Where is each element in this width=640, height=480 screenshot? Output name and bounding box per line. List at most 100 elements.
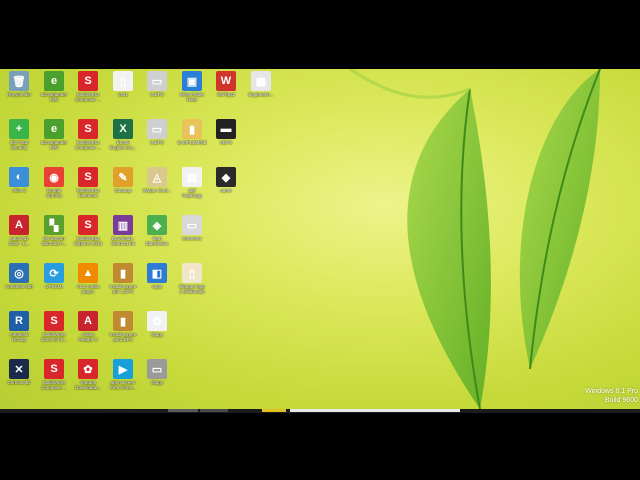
desktop-icon[interactable]: S SolidWorks Electrical bbox=[71, 167, 105, 213]
desktop-icon-label: My Barcon Barcode P... bbox=[41, 236, 67, 246]
desktop-icon-label: text1 bbox=[118, 92, 128, 97]
desktop-icon[interactable]: 🗑 Recycle Bin bbox=[2, 71, 36, 117]
desktop-icon[interactable]: ▭ Otgpy bbox=[140, 359, 174, 405]
desktop-icon-label: VLC media player bbox=[76, 284, 100, 294]
app-icon: e bbox=[44, 71, 64, 91]
desktop-icon[interactable]: ◆ name bbox=[209, 167, 243, 213]
desktop-icon-label: 3Wiper Onel... bbox=[142, 188, 172, 193]
desktop-icon[interactable]: ✎ Cleanup bbox=[106, 167, 140, 213]
app-icon: ✕ bbox=[9, 359, 29, 379]
app-icon: S bbox=[78, 119, 98, 139]
desktop-icon-label: G.EPS bbox=[150, 140, 164, 145]
desktop-icon[interactable]: e uDownlaoder IDM bbox=[37, 119, 71, 165]
desktop-icon[interactable]: ◉ Google Chrome bbox=[37, 167, 71, 213]
app-icon: ▲ bbox=[78, 263, 98, 283]
app-icon: ◉ bbox=[44, 167, 64, 187]
desktop-icon-label: uDownlaoder IDM bbox=[40, 92, 68, 102]
desktop-icon-label: SolidWorks 2016 x64 E... bbox=[40, 332, 68, 342]
desktop-icon[interactable]: +360 Total Security bbox=[2, 119, 36, 165]
desktop-icon[interactable]: ◎ Autodesk 360 bbox=[2, 263, 36, 309]
desktop-icon-label: name bbox=[220, 188, 232, 193]
desktop-icon-label: 360 Total Security bbox=[9, 140, 29, 150]
desktop-icon-label: SAMPLEMINE bbox=[177, 140, 207, 145]
desktop-icon[interactable]: ▯ Blogger logo 2 downloads bbox=[175, 263, 209, 309]
app-icon: ✿ bbox=[147, 311, 167, 331]
app-icon: ▚ bbox=[44, 215, 64, 235]
desktop-icon-label: SolidWorks Explorer 2016 bbox=[73, 236, 103, 246]
desktop-icon[interactable]: ▶ open screen Free Scree... bbox=[106, 359, 140, 405]
desktop-icon[interactable]: A AutoCAD 2015 - E... bbox=[2, 215, 36, 261]
desktop-icon[interactable]: ⟳ UPSCMI bbox=[37, 263, 71, 309]
desktop-icon[interactable]: ▭ screenrec bbox=[175, 215, 209, 261]
app-icon: 🗑 bbox=[9, 71, 29, 91]
desktop-icon[interactable]: ✿ Youtube Downloade... bbox=[71, 359, 105, 405]
app-icon: S bbox=[44, 311, 64, 331]
desktop-icon[interactable]: e uDownlaoder IDM bbox=[37, 71, 71, 117]
desktop-icon[interactable]: ✕ Cortona 3D bbox=[2, 359, 36, 405]
desktop-icon[interactable]: S SolidWorks Explorer 2016 bbox=[71, 215, 105, 261]
desktop-icon[interactable]: ◐ Alice 3 bbox=[2, 167, 36, 213]
desktop-icon-label: Alice 3 bbox=[12, 188, 26, 193]
app-icon: ◐ bbox=[9, 167, 29, 187]
desktop-icon[interactable]: R Autodesk ReCap bbox=[2, 311, 36, 357]
desktop-icon[interactable]: ▮ Install screen pdr 1.EPS bbox=[106, 263, 140, 309]
app-icon: e bbox=[44, 119, 64, 139]
desktop-icon-label: open screen Free Scree... bbox=[109, 380, 136, 390]
desktop-icon[interactable]: ▬ KEPS bbox=[209, 119, 243, 165]
taskbar-button[interactable] bbox=[262, 409, 286, 412]
app-icon: W bbox=[216, 71, 236, 91]
desktop-icon[interactable]: ▭ G.EPS bbox=[140, 71, 174, 117]
desktop-icon[interactable]: ◈ Start BlueStacks bbox=[140, 215, 174, 261]
desktop-icon[interactable]: X Ebook Engine eco... bbox=[106, 119, 140, 165]
desktop-icon-label: Youtube Downloade... bbox=[74, 380, 102, 390]
desktop-icon-label: Otgpy bbox=[150, 332, 163, 337]
desktop-icon[interactable]: ▤ dell helpEngg bbox=[175, 167, 209, 213]
app-icon: ◈ bbox=[147, 215, 167, 235]
taskbar-button[interactable] bbox=[200, 409, 228, 412]
taskbar[interactable] bbox=[0, 409, 640, 413]
desktop-icon[interactable]: ▚ My Barcon Barcode P... bbox=[37, 215, 71, 261]
desktop-icon[interactable]: ◧ Apps bbox=[140, 263, 174, 309]
app-icon: ▦ bbox=[251, 71, 271, 91]
desktop-icon[interactable]: ▦ Engineerin... bbox=[244, 71, 278, 117]
desktop-icon[interactable]: ▮ Install screen pdr2.EPS bbox=[106, 311, 140, 357]
desktop-icon[interactable]: ◬ 3Wiper Onel... bbox=[140, 167, 174, 213]
desktop-icon-label: SWTips2 bbox=[216, 92, 236, 97]
windows-watermark: Windows 8.1 Pro Build 9600 bbox=[585, 387, 638, 405]
app-icon: ▥ bbox=[113, 215, 133, 235]
desktop-icon[interactable]: S SolidWorks Composer ... bbox=[71, 119, 105, 165]
desktop-icon-label: KEPS bbox=[219, 140, 232, 145]
app-icon: S bbox=[44, 359, 64, 379]
app-icon: ✎ bbox=[113, 167, 133, 187]
desktop[interactable]: 🗑 Recycle Bin e uDownlaoder IDM S SolidWorks … bbox=[0, 69, 640, 409]
desktop-icon-label: Engineerin... bbox=[248, 92, 274, 97]
desktop-icon-label: Adobe Reader X bbox=[78, 332, 98, 342]
taskbar-button[interactable] bbox=[168, 409, 198, 412]
desktop-icon-label: Autodesk 360 bbox=[5, 284, 33, 289]
desktop-icon[interactable]: ▣ Wise Folder Hider bbox=[175, 71, 209, 117]
desktop-icon-label: G.EPS bbox=[150, 92, 164, 97]
app-icon: S bbox=[78, 71, 98, 91]
app-icon: ✿ bbox=[78, 359, 98, 379]
desktop-icon[interactable]: A Adobe Reader X bbox=[71, 311, 105, 357]
desktop-icon-label: SolidWorks Composer ... bbox=[41, 380, 67, 390]
desktop-icon[interactable]: W SWTips2 bbox=[209, 71, 243, 117]
desktop-icon[interactable]: ▥ Download - Shortcut.lnk bbox=[106, 215, 140, 261]
app-icon: ▭ bbox=[182, 215, 202, 235]
app-icon: + bbox=[9, 119, 29, 139]
app-icon: ▬ bbox=[216, 119, 236, 139]
taskbar-button[interactable] bbox=[290, 409, 460, 412]
desktop-icon-label: SolidWorks Composer ... bbox=[75, 92, 101, 102]
desktop-icon[interactable]: S SolidWorks Composer ... bbox=[37, 359, 71, 405]
desktop-icon[interactable]: S SolidWorks Composer ... bbox=[71, 71, 105, 117]
desktop-icon[interactable]: ✿ Otgpy bbox=[140, 311, 174, 357]
desktop-icon[interactable]: ▯ text1 bbox=[106, 71, 140, 117]
app-icon: ▮ bbox=[182, 119, 202, 139]
app-icon: ◬ bbox=[147, 167, 167, 187]
desktop-icon[interactable]: ▮ SAMPLEMINE bbox=[175, 119, 209, 165]
desktop-icon[interactable]: ▭ G.EPS bbox=[140, 119, 174, 165]
desktop-icon[interactable]: ▲ VLC media player bbox=[71, 263, 105, 309]
desktop-icon-label: Cleanup bbox=[114, 188, 132, 193]
desktop-icon[interactable]: S SolidWorks 2016 x64 E... bbox=[37, 311, 71, 357]
desktop-icon-label: Autodesk ReCap bbox=[9, 332, 29, 342]
